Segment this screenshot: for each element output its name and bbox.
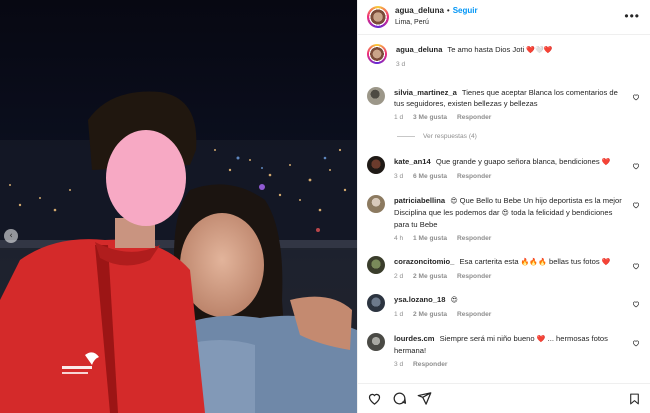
comment-emoji: 😍 <box>450 296 458 304</box>
heart-icon[interactable] <box>632 339 640 347</box>
separator-dot: • <box>446 6 450 15</box>
caption-time[interactable]: 3 d <box>396 61 405 68</box>
comment-likes[interactable]: 6 Me gusta <box>413 173 447 180</box>
post-header: agua_deluna • Seguir Lima, Perú ••• <box>358 0 650 35</box>
author-username[interactable]: agua_deluna <box>395 6 444 15</box>
post-location[interactable]: Lima, Perú <box>395 17 478 29</box>
comment-emoji: ❤️ <box>601 258 611 266</box>
reply-button[interactable]: Responder <box>413 361 447 368</box>
caption-avatar[interactable] <box>367 44 387 64</box>
commenter-username[interactable]: silvia_martinez_a <box>394 88 457 97</box>
comment-likes[interactable]: 3 Me gusta <box>413 114 447 121</box>
comment-emoji: 😍 <box>501 209 509 217</box>
comment-time[interactable]: 1 d <box>394 114 403 121</box>
caption-emojis: ❤️🤍❤️ <box>526 46 553 54</box>
ellipsis-icon[interactable]: ••• <box>624 9 640 23</box>
heart-icon[interactable] <box>367 391 382 406</box>
commenter-username[interactable]: patriciabellina <box>394 196 445 205</box>
comments-list[interactable]: agua_deluna Te amo hasta Dios Joti ❤️🤍❤️… <box>358 36 650 383</box>
heart-icon[interactable] <box>632 300 640 308</box>
reply-button[interactable]: Responder <box>457 273 491 280</box>
comment-text: Siempre será mi niño bueno <box>439 334 535 343</box>
caption-username[interactable]: agua_deluna <box>396 45 442 54</box>
follow-button[interactable]: Seguir <box>453 6 478 15</box>
post-modal: ‹ agua_deluna • Seguir Lima, Perú ••• agua… <box>0 0 650 413</box>
reply-button[interactable]: Responder <box>457 311 491 318</box>
heart-icon[interactable] <box>632 262 640 270</box>
comment-time[interactable]: 3 d <box>394 361 403 368</box>
chevron-left-icon: ‹ <box>9 230 13 241</box>
comment-time[interactable]: 1 d <box>394 311 403 318</box>
comment-text-continued: bellas tus fotos <box>548 257 600 266</box>
comment-emoji: 🔥🔥🔥 <box>520 258 547 266</box>
comment-likes[interactable]: 2 Me gusta <box>413 273 447 280</box>
carousel-prev-button[interactable]: ‹ <box>4 229 18 243</box>
comment-item: silvia_martinez_a Tienes que aceptar Bla… <box>367 87 642 123</box>
comment-time[interactable]: 4 h <box>394 235 403 242</box>
post-actions <box>358 383 650 413</box>
comment-text: Esa carterita esta <box>459 257 519 266</box>
commenter-username[interactable]: ysa.lozano_18 <box>394 295 446 304</box>
commenter-username[interactable]: corazoncitomio_ <box>394 257 454 266</box>
post-sidebar: agua_deluna • Seguir Lima, Perú ••• agua_d… <box>357 0 650 413</box>
heart-icon[interactable] <box>632 93 640 101</box>
reply-button[interactable]: Responder <box>457 235 491 242</box>
comment-text: Que grande y guapo señora blanca, bendic… <box>435 157 600 166</box>
comment-item: ysa.lozano_18 😍 1 d 2 Me gusta Responder <box>367 294 642 320</box>
reply-button[interactable]: Responder <box>457 114 491 121</box>
commenter-avatar[interactable] <box>367 256 385 274</box>
commenter-avatar[interactable] <box>367 156 385 174</box>
reply-button[interactable]: Responder <box>457 173 491 180</box>
comment-likes[interactable]: 1 Me gusta <box>413 235 447 242</box>
post-photo: ‹ <box>0 0 357 413</box>
send-icon[interactable] <box>417 391 432 406</box>
bookmark-icon[interactable] <box>628 392 641 406</box>
author-avatar[interactable] <box>367 6 389 28</box>
comment-time[interactable]: 3 d <box>394 173 403 180</box>
commenter-avatar[interactable] <box>367 87 385 105</box>
comment-emoji: 😍 <box>450 197 458 205</box>
photo-scene <box>0 0 357 413</box>
heart-icon[interactable] <box>632 162 640 170</box>
comment-icon[interactable] <box>392 391 407 406</box>
commenter-username[interactable]: kate_an14 <box>394 157 431 166</box>
comment-emoji: ❤️ <box>601 158 611 166</box>
post-caption: agua_deluna Te amo hasta Dios Joti ❤️🤍❤️… <box>367 44 642 70</box>
comment-item: patriciabellina 😍 Que Bello tu Bebe Un h… <box>367 195 642 244</box>
comment-item: lourdes.cm Siempre será mi niño bueno ❤️… <box>367 333 642 370</box>
heart-icon[interactable] <box>632 201 640 209</box>
comment-time[interactable]: 2 d <box>394 273 403 280</box>
commenter-username[interactable]: lourdes.cm <box>394 334 435 343</box>
comment-likes[interactable]: 2 Me gusta <box>413 311 447 318</box>
comment-emoji: ❤️ <box>536 335 546 343</box>
comment-item: corazoncitomio_ Esa carterita esta 🔥🔥🔥 b… <box>367 256 642 282</box>
commenter-avatar[interactable] <box>367 333 385 351</box>
caption-text: Te amo hasta Dios Joti <box>447 45 525 54</box>
comment-item: kate_an14 Que grande y guapo señora blan… <box>367 156 642 182</box>
commenter-avatar[interactable] <box>367 195 385 213</box>
view-replies-button[interactable]: Ver respuestas (4) <box>397 133 477 140</box>
commenter-avatar[interactable] <box>367 294 385 312</box>
